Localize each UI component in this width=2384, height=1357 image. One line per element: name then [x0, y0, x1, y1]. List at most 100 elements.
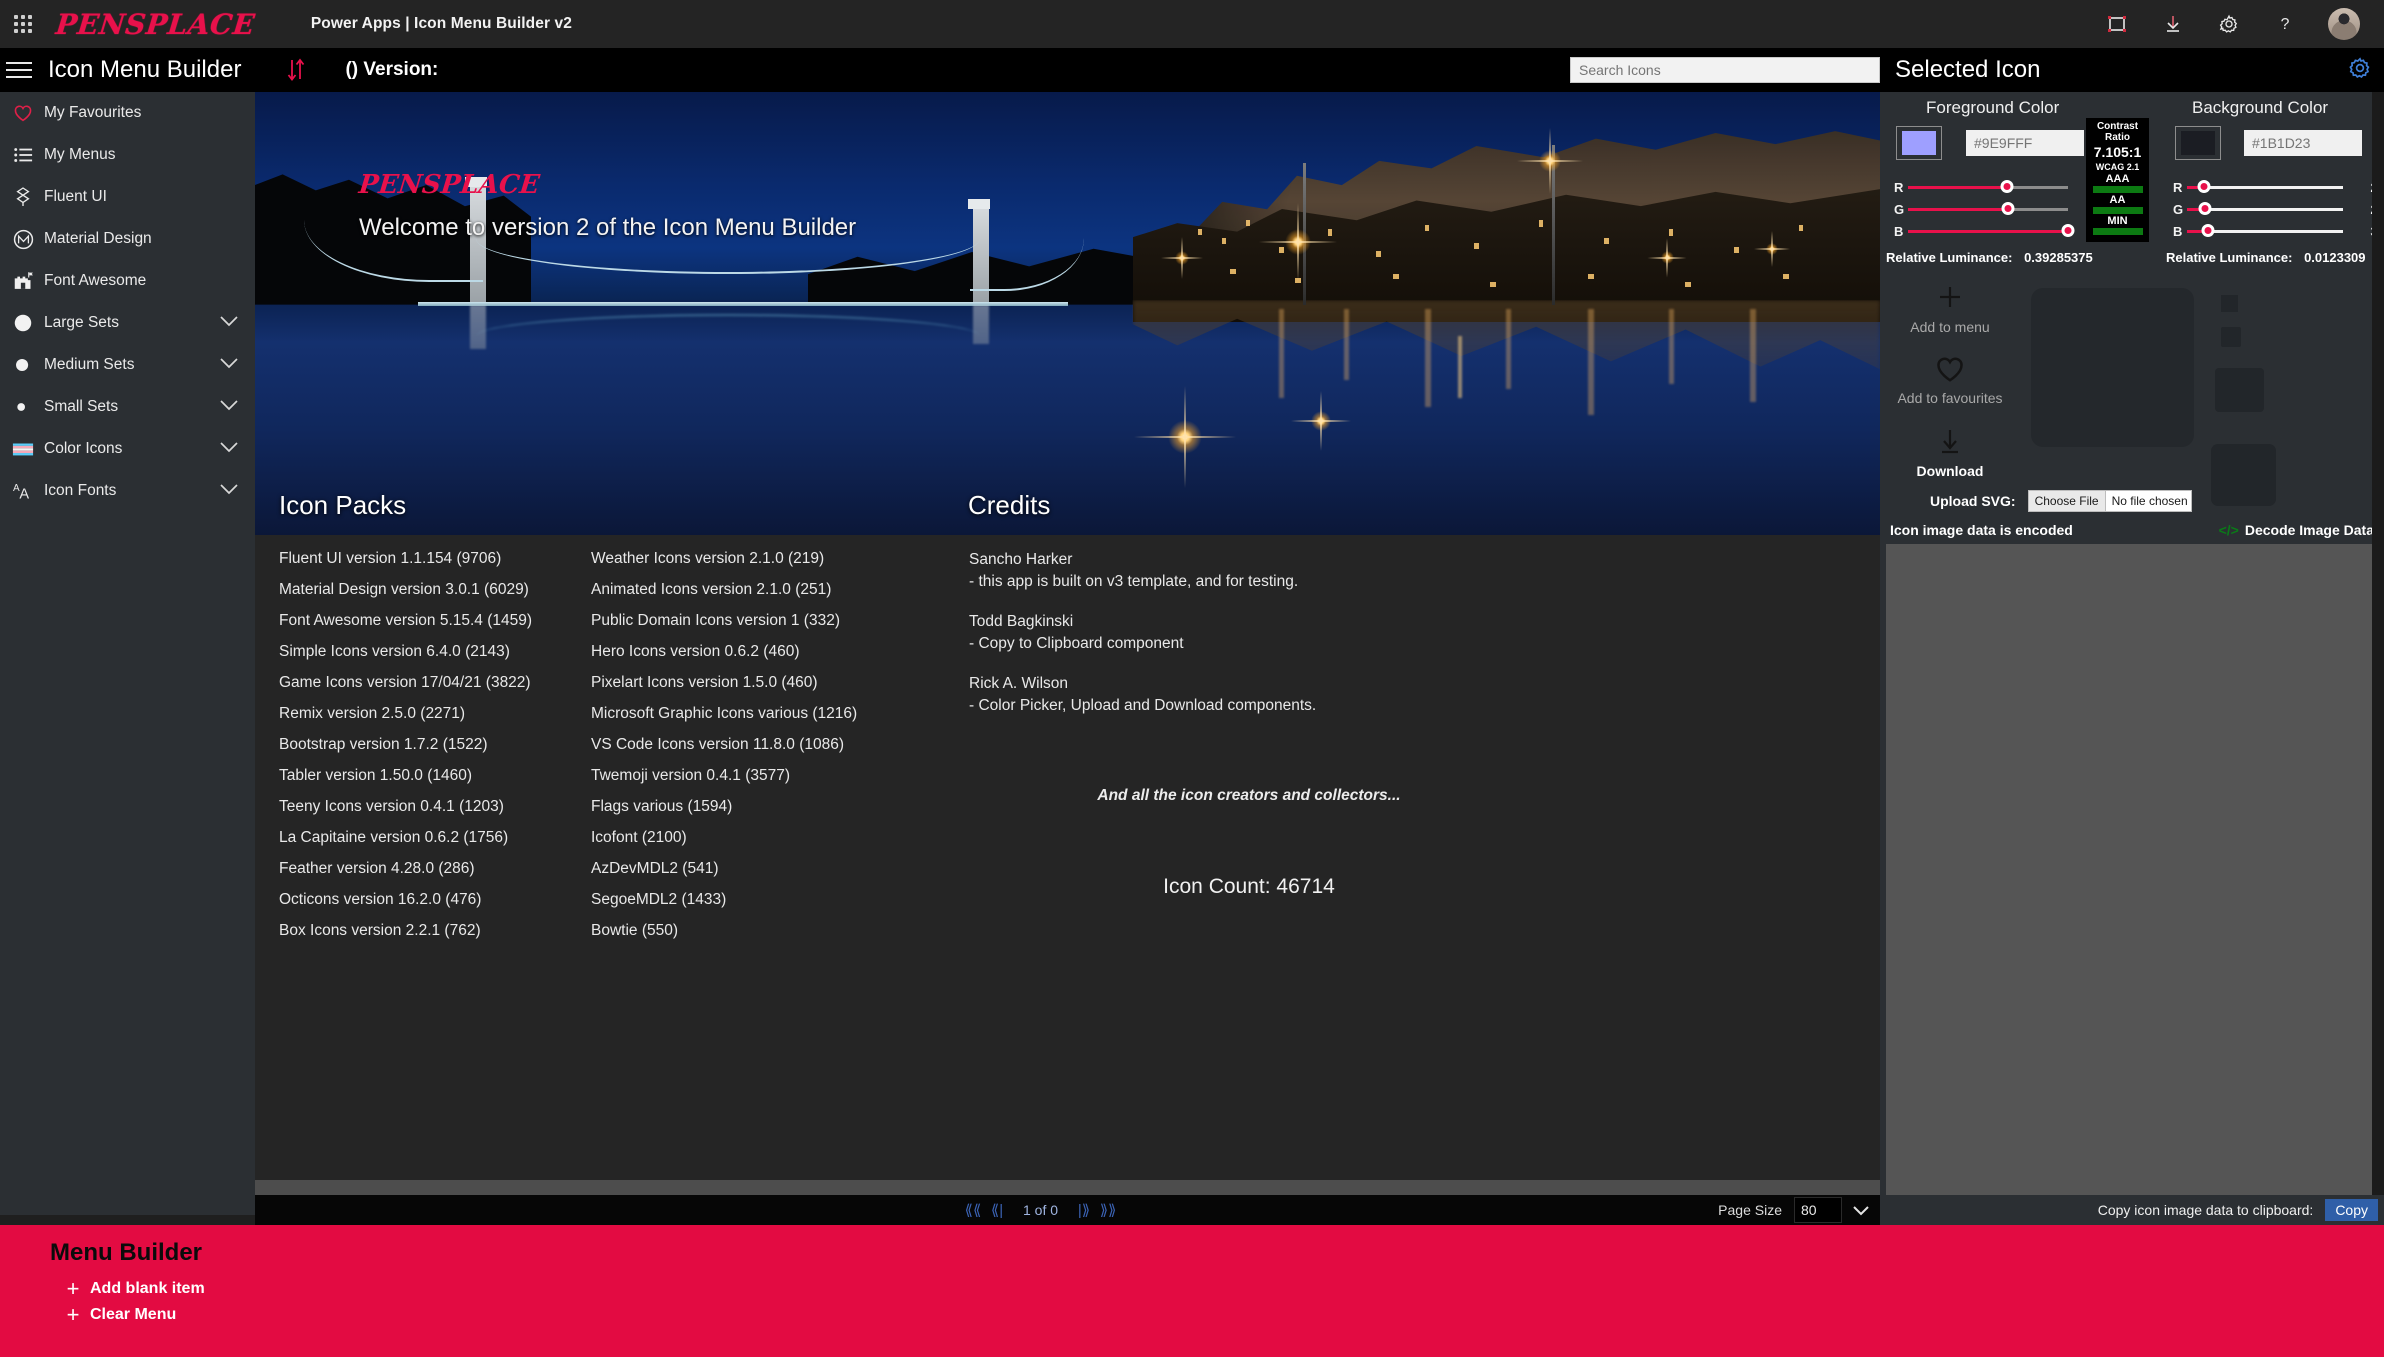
icon-pack-row: Public Domain Icons version 1 (332) [591, 612, 840, 629]
sidebar-item-my-favourites[interactable]: My Favourites [0, 92, 255, 134]
sidebar-item-font-awesome[interactable]: Font Awesome [0, 260, 255, 302]
slider-thumb[interactable] [2198, 202, 2212, 215]
slider-thumb[interactable] [2201, 224, 2215, 237]
sidebar-item-large-sets[interactable]: Large Sets [0, 302, 255, 344]
chevron-down-icon[interactable] [1842, 1204, 1880, 1217]
sidebar-item-material-design[interactable]: Material Design [0, 218, 255, 260]
credits-list: Sancho Harker - this app is built on v3 … [969, 549, 1529, 899]
download-arrow-icon [1880, 426, 2020, 461]
icon-pack-row: Icofont (2100) [591, 829, 687, 846]
page-size-value[interactable]: 80 [1794, 1197, 1842, 1223]
contrast-ratio-value: 7.105:1 [2093, 144, 2142, 160]
app-launcher-waffle-icon[interactable] [0, 15, 46, 33]
list-icon [8, 146, 38, 164]
search-input[interactable] [1570, 57, 1880, 83]
download-button[interactable]: Download [1880, 426, 2020, 479]
file-input-control[interactable]: Choose File No file chosen [2027, 490, 2192, 512]
icon-preview-canvas[interactable] [2031, 288, 2194, 447]
next-page-icon[interactable]: |⟫ [1072, 1201, 1096, 1219]
slider-label: R [2173, 179, 2183, 195]
suite-bar: PENSPLACE Power Apps | Icon Menu Builder… [0, 0, 2384, 48]
foreground-slider-g[interactable]: G 159 [1894, 200, 2110, 218]
slider-thumb[interactable] [2000, 180, 2014, 193]
icon-pack-row: VS Code Icons version 11.8.0 (1086) [591, 736, 845, 753]
add-blank-item-button[interactable]: + Add blank item [60, 1278, 205, 1300]
sidebar-item-label: Medium Sets [44, 356, 135, 373]
menu-hamburger-icon[interactable] [6, 62, 44, 78]
sidebar-item-fluent-ui[interactable]: Fluent UI [0, 176, 255, 218]
selected-icon-panel: Foreground Color R 158 G 159 B [1880, 92, 2384, 1215]
chevron-down-icon[interactable] [219, 356, 239, 374]
background-swatch-button[interactable] [2175, 126, 2221, 160]
wcag-aa-pass-bar [2092, 207, 2143, 214]
hero-welcome-text: Welcome to version 2 of the Icon Menu Bu… [359, 214, 857, 241]
foreground-slider-r[interactable]: R 158 [1894, 178, 2110, 196]
icon-pack-row: AzDevMDL2 (541) [591, 860, 719, 877]
chevron-down-icon[interactable] [219, 314, 239, 332]
svg-text:?: ? [2281, 16, 2290, 33]
clear-menu-button[interactable]: + Clear Menu [60, 1304, 177, 1326]
sidebar-item-medium-sets[interactable]: Medium Sets [0, 344, 255, 386]
credit-desc: - this app is built on v3 template, and … [969, 573, 1299, 590]
sidebar-item-color-icons[interactable]: Color Icons [0, 428, 255, 470]
wcag-level-aa: AA [2109, 194, 2126, 206]
background-slider-g[interactable]: G 29 [2173, 200, 2384, 218]
foreground-luminance-value: 0.39285375 [2024, 250, 2093, 265]
sidebar-item-my-menus[interactable]: My Menus [0, 134, 255, 176]
help-icon[interactable]: ? [2272, 11, 2298, 37]
scrollbar-thumb[interactable] [255, 1180, 1880, 1195]
decode-image-data-button[interactable]: </> Decode Image Data [2219, 522, 2374, 538]
foreground-swatch [1902, 131, 1936, 155]
icon-pack-row: Remix version 2.5.0 (2271) [279, 705, 466, 722]
background-hex-input[interactable] [2244, 130, 2362, 156]
add-to-favourites-button[interactable]: Add to favourites [1880, 355, 2020, 406]
sidebar-item-label: Font Awesome [44, 272, 147, 289]
chevron-down-icon[interactable] [219, 440, 239, 458]
download-icon[interactable] [2160, 11, 2186, 37]
previous-page-icon[interactable]: ⟪| [985, 1201, 1009, 1219]
fluent-ui-icon [8, 187, 38, 207]
background-swatch [2181, 131, 2215, 155]
foreground-swatch-button[interactable] [1896, 126, 1942, 160]
sidebar-item-label: Fluent UI [44, 188, 107, 205]
selected-icon-title: Selected Icon [1895, 56, 2041, 83]
background-luminance-value: 0.0123309 [2304, 250, 2366, 265]
panel-settings-gear-icon[interactable] [2348, 56, 2372, 85]
main-content: PENSPLACE Welcome to version 2 of the Ic… [255, 92, 1880, 1215]
wcag-min-pass-bar [2092, 228, 2143, 235]
chevron-down-icon[interactable] [219, 482, 239, 500]
sidebar-item-label: Color Icons [44, 440, 123, 457]
icon-count-label: Icon Count: 46714 [1163, 875, 1335, 898]
sidebar-item-small-sets[interactable]: Small Sets [0, 386, 255, 428]
choose-file-button[interactable]: Choose File [2028, 491, 2106, 511]
background-slider-b[interactable]: B 35 [2173, 222, 2384, 240]
sidebar-item-label: My Menus [44, 146, 116, 163]
main-horizontal-scrollbar[interactable] [255, 1180, 1880, 1195]
user-avatar[interactable] [2328, 8, 2360, 40]
slider-thumb[interactable] [2061, 224, 2075, 237]
fit-to-screen-icon[interactable] [2104, 11, 2130, 37]
sort-updown-icon[interactable] [283, 57, 309, 83]
pensplace-brand-logo[interactable]: PENSPLACE [54, 8, 256, 41]
slider-thumb[interactable] [2197, 180, 2211, 193]
add-to-menu-button[interactable]: Add to menu [1880, 282, 2020, 335]
settings-gear-icon[interactable] [2216, 11, 2242, 37]
file-status-text: No file chosen [2111, 494, 2188, 508]
menu-builder-item-label: Add blank item [90, 1280, 205, 1297]
foreground-hex-input[interactable] [1966, 130, 2084, 156]
icon-packs-column-2: Weather Icons version 2.1.0 (219) Animat… [591, 543, 991, 946]
foreground-slider-b[interactable]: B 255 [1894, 222, 2110, 240]
decode-label: Decode Image Data [2244, 522, 2374, 538]
first-page-icon[interactable]: ⟪⟪ [961, 1201, 985, 1219]
sidebar-item-icon-fonts[interactable]: A A Icon Fonts [0, 470, 255, 512]
last-page-icon[interactable]: ⟫⟫ [1096, 1201, 1120, 1219]
background-slider-r[interactable]: R 27 [2173, 178, 2384, 196]
copy-button[interactable]: Copy [2325, 1199, 2378, 1221]
slider-thumb[interactable] [2001, 202, 2015, 215]
right-panel-scrollbar[interactable] [2372, 92, 2384, 1215]
sidebar-item-label: My Favourites [44, 104, 142, 121]
icon-pack-row: Teeny Icons version 0.4.1 (1203) [279, 798, 504, 815]
small-circle-icon [8, 396, 38, 418]
chevron-down-icon[interactable] [219, 398, 239, 416]
hero-brand-logo: PENSPLACE [357, 170, 542, 200]
